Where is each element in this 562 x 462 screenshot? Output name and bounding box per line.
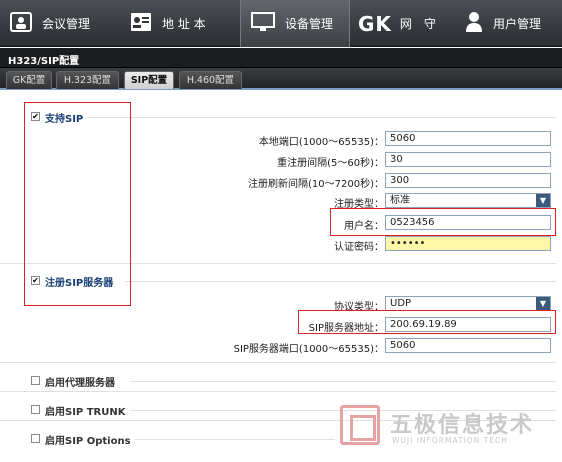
tab-sip-config[interactable]: SIP配置 bbox=[124, 71, 174, 89]
nav-user-management[interactable]: 用户管理 bbox=[465, 0, 562, 47]
tab-h323-config[interactable]: H.323配置 bbox=[56, 71, 119, 89]
tab-bar: GK配置 H.323配置 SIP配置 H.460配置 bbox=[0, 68, 562, 90]
tab-h460-config[interactable]: H.460配置 bbox=[179, 71, 242, 89]
divider bbox=[125, 281, 556, 282]
divider bbox=[0, 362, 556, 363]
monitor-icon bbox=[251, 12, 275, 35]
register-type-value: 标准 bbox=[390, 195, 410, 206]
enable-options-label: 启用SIP Options bbox=[45, 436, 131, 447]
watermark: 五极信息技术 WUJI INFORMATION TECH bbox=[340, 405, 550, 450]
nav-label: 用户管理 bbox=[493, 17, 542, 31]
nav-meeting-management[interactable]: 会议管理 bbox=[10, 0, 120, 47]
auth-password-input[interactable]: •••••• bbox=[385, 236, 551, 251]
highlight-box-server-address bbox=[298, 310, 556, 334]
chevron-down-icon[interactable]: ▼ bbox=[536, 194, 550, 207]
nav-label: 设备管理 bbox=[285, 17, 334, 31]
enable-trunk-label: 启用SIP TRUNK bbox=[45, 407, 126, 418]
divider bbox=[88, 117, 556, 118]
section-title: H323/SIP配置 bbox=[0, 48, 562, 68]
highlight-box-checkboxes bbox=[24, 102, 131, 306]
chevron-down-icon[interactable]: ▼ bbox=[536, 297, 550, 310]
tab-gk-config[interactable]: GK配置 bbox=[6, 71, 52, 89]
auth-password-label: 认证密码： bbox=[334, 242, 384, 253]
watermark-text: 五极信息技术 bbox=[390, 413, 535, 438]
top-navigation: 会议管理 地 址 本 设备管理 GK 网 守 用户管理 bbox=[0, 0, 562, 47]
meeting-icon bbox=[10, 12, 32, 35]
user-icon bbox=[465, 11, 483, 36]
nav-label: 会议管理 bbox=[42, 17, 91, 31]
divider bbox=[0, 391, 556, 392]
enable-options-checkbox[interactable] bbox=[31, 434, 40, 443]
protocol-type-select[interactable]: UDP ▼ bbox=[385, 296, 551, 311]
divider bbox=[135, 439, 335, 440]
enable-proxy-checkbox[interactable] bbox=[31, 376, 40, 385]
highlight-box-username bbox=[330, 208, 556, 236]
register-refresh-input[interactable]: 300 bbox=[385, 173, 551, 188]
enable-proxy-label: 启用代理服务器 bbox=[45, 378, 115, 389]
divider bbox=[130, 381, 556, 382]
watermark-subtext: WUJI INFORMATION TECH bbox=[392, 436, 508, 445]
register-refresh-label: 注册刷新间隔(10～7200秒)： bbox=[248, 179, 384, 190]
local-port-input[interactable]: 5060 bbox=[385, 131, 551, 146]
server-port-label: SIP服务器端口(1000～65535)： bbox=[233, 344, 384, 355]
nav-label: 地 址 本 bbox=[162, 17, 206, 31]
server-port-input[interactable]: 5060 bbox=[385, 338, 551, 353]
protocol-type-value: UDP bbox=[390, 298, 412, 309]
nav-address-book[interactable]: 地 址 本 bbox=[130, 0, 235, 47]
reregister-interval-label: 重注册间隔(5～60秒)： bbox=[277, 158, 384, 169]
local-port-label: 本地端口(1000～65535)： bbox=[258, 137, 384, 148]
register-type-select[interactable]: 标准 ▼ bbox=[385, 193, 551, 208]
address-book-icon bbox=[130, 12, 152, 35]
gk-icon: GK bbox=[358, 11, 392, 36]
watermark-logo-icon bbox=[340, 405, 380, 445]
reregister-interval-input[interactable]: 30 bbox=[385, 152, 551, 167]
enable-trunk-checkbox[interactable] bbox=[31, 405, 40, 414]
nav-gatekeeper[interactable]: GK 网 守 bbox=[358, 0, 448, 47]
nav-device-management[interactable]: 设备管理 bbox=[240, 0, 350, 47]
nav-label: 网 守 bbox=[399, 17, 436, 31]
